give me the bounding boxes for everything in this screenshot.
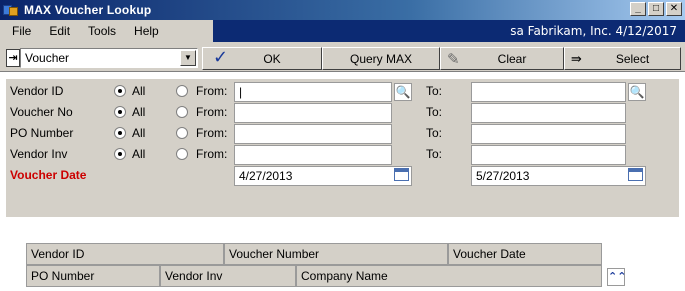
all-radio[interactable] [114, 106, 126, 118]
clear-label: Clear [497, 51, 527, 66]
query-max-button[interactable]: Query MAX [322, 47, 440, 70]
filter-panel: Vendor ID All From: | 🔍 To: 🔍 Voucher No… [6, 79, 679, 217]
from-radio[interactable] [176, 127, 188, 139]
select-label: Select [615, 51, 650, 66]
menu-file[interactable]: File [6, 24, 43, 38]
from-field[interactable]: | [234, 82, 392, 102]
ok-button[interactable]: ✓ OK [202, 47, 322, 70]
window-title: MAX Voucher Lookup [24, 3, 152, 17]
from-label: From: [196, 147, 228, 161]
lookup-type-select[interactable]: Voucher ▼ [20, 48, 198, 68]
calendar-icon[interactable] [628, 168, 643, 181]
close-button[interactable]: ✕ [666, 2, 682, 16]
grid-col-po-number[interactable]: PO Number [26, 265, 160, 287]
filter-label: Vendor Inv [10, 147, 68, 161]
select-arrow-icon: ⇛ [571, 51, 582, 66]
to-label: To: [426, 147, 443, 161]
calendar-icon[interactable] [394, 168, 409, 181]
company-info: sa Fabrikam, Inc. 4/12/2017 [510, 24, 677, 38]
app-icon [3, 3, 19, 17]
from-radio[interactable] [176, 148, 188, 160]
magnifier-icon[interactable]: 🔍 [628, 83, 646, 101]
all-radio[interactable] [114, 148, 126, 160]
to-field[interactable] [471, 145, 626, 165]
select-button[interactable]: ⇛ Select [564, 47, 681, 70]
from-field[interactable] [234, 145, 392, 165]
toolbar: ⇥ Voucher ▼ ✓ OK Query MAX ✎ Clear ⇛ Sel… [0, 42, 685, 72]
title-bar: MAX Voucher Lookup _ □ ✕ [0, 0, 685, 20]
grid-col-vendor-id[interactable]: Vendor ID [26, 243, 224, 265]
filter-label: PO Number [10, 126, 74, 140]
lookup-type-value: Voucher [25, 51, 70, 65]
menu-bar: File Edit Tools Help sa Fabrikam, Inc. 4… [0, 20, 685, 42]
from-field[interactable] [234, 103, 392, 123]
voucher-date-label: Voucher Date [10, 168, 87, 182]
from-radio[interactable] [176, 106, 188, 118]
to-label: To: [426, 84, 443, 98]
ok-label: OK [263, 51, 281, 66]
grid-col-company-name[interactable]: Company Name [296, 265, 602, 287]
from-label: From: [196, 84, 228, 98]
clear-button[interactable]: ✎ Clear [440, 47, 564, 70]
to-label: To: [426, 105, 443, 119]
to-field[interactable] [471, 82, 626, 102]
menu-tools[interactable]: Tools [82, 24, 128, 38]
voucher-date-from-field[interactable]: 4/27/2013 [234, 166, 412, 186]
grid-col-vendor-inv[interactable]: Vendor Inv [160, 265, 296, 287]
from-radio[interactable] [176, 85, 188, 97]
checkmark-icon: ✓ [213, 47, 229, 67]
grid-col-voucher-number[interactable]: Voucher Number [224, 243, 448, 265]
from-field[interactable] [234, 124, 392, 144]
from-label: From: [196, 126, 228, 140]
voucher-date-to-field[interactable]: 5/27/2013 [471, 166, 646, 186]
all-radio[interactable] [114, 127, 126, 139]
filter-row-voucher-no: Voucher No All From: To: [6, 102, 679, 123]
collapse-rows-icon[interactable]: ⌃⌃ [607, 268, 626, 286]
browse-arrow-button[interactable]: ⇥ [6, 49, 20, 67]
filter-row-po-number: PO Number All From: To: [6, 123, 679, 144]
voucher-date-row: Voucher Date 4/27/2013 5/27/2013 [6, 165, 679, 186]
all-label: All [132, 126, 146, 140]
chevron-down-icon[interactable]: ▼ [180, 50, 196, 66]
to-field[interactable] [471, 103, 626, 123]
filter-label: Vendor ID [10, 84, 64, 98]
to-label: To: [426, 126, 443, 140]
filter-row-vendor-inv: Vendor Inv All From: To: [6, 144, 679, 165]
filter-label: Voucher No [10, 105, 73, 119]
maximize-button[interactable]: □ [648, 2, 664, 16]
menu-edit[interactable]: Edit [43, 24, 82, 38]
minimize-button[interactable]: _ [630, 2, 646, 16]
eraser-icon: ✎ [447, 51, 460, 68]
magnifier-icon[interactable]: 🔍 [394, 83, 412, 101]
grid-col-voucher-date[interactable]: Voucher Date [448, 243, 602, 265]
all-label: All [132, 147, 146, 161]
menu-help[interactable]: Help [128, 24, 171, 38]
all-radio[interactable] [114, 85, 126, 97]
query-max-label: Query MAX [349, 51, 412, 66]
all-label: All [132, 105, 146, 119]
from-label: From: [196, 105, 228, 119]
all-label: All [132, 84, 146, 98]
filter-row-vendor-id: Vendor ID All From: | 🔍 To: 🔍 [6, 81, 679, 102]
to-field[interactable] [471, 124, 626, 144]
